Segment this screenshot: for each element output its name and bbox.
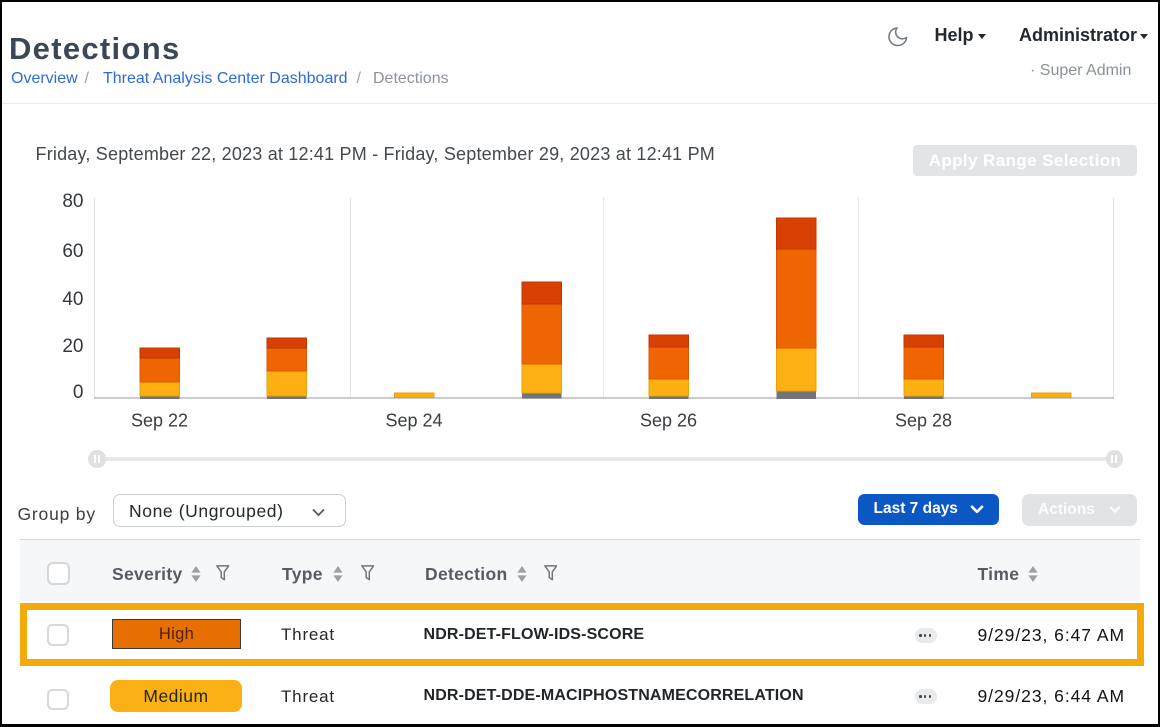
svg-text:60: 60	[62, 241, 83, 262]
svg-text:0: 0	[73, 382, 84, 403]
svg-text:20: 20	[62, 336, 83, 357]
svg-text:40: 40	[62, 289, 83, 310]
svg-text:Sep 26: Sep 26	[640, 410, 697, 430]
svg-text:Sep 24: Sep 24	[385, 410, 442, 430]
svg-text:Sep 22: Sep 22	[131, 410, 188, 430]
svg-text:Sep 28: Sep 28	[895, 410, 952, 430]
svg-text:80: 80	[62, 191, 83, 212]
